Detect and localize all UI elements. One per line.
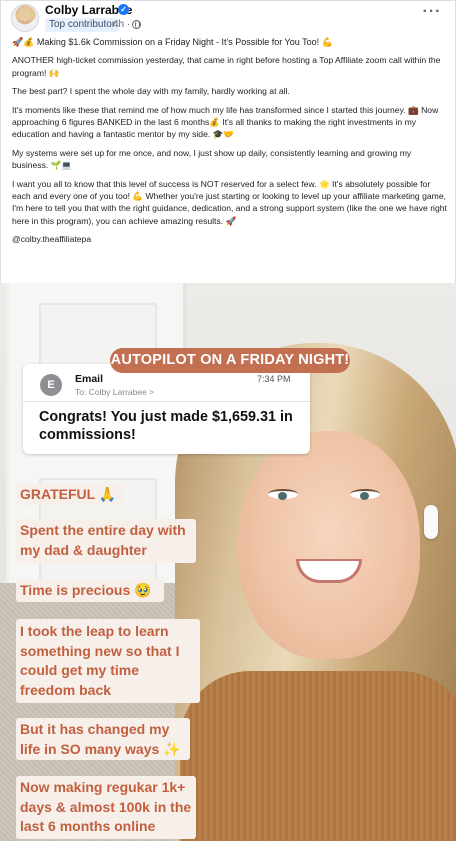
top-contributor-badge[interactable]: Top contributor xyxy=(45,18,120,32)
post-paragraph: The best part? I spent the whole day wit… xyxy=(12,86,290,97)
post-paragraph: ANOTHER high-ticket commission yesterday… xyxy=(12,55,441,78)
email-time: 7:34 PM xyxy=(257,374,291,384)
email-app-name: Email xyxy=(75,373,104,385)
photo-caption: Spent the entire day with my dad & daugh… xyxy=(16,519,196,563)
photo-caption: Time is precious 🥹 xyxy=(16,579,164,602)
author-avatar[interactable] xyxy=(11,4,39,32)
post-timestamp[interactable]: 4h · xyxy=(113,19,130,30)
author-handle[interactable]: @colby.theaffiliatepa xyxy=(12,233,448,245)
verified-icon: ✓ xyxy=(118,4,129,15)
photo-title-banner: AUTOPILOT ON A FRIDAY NIGHT! xyxy=(110,348,350,373)
divider xyxy=(23,401,310,402)
photo-caption: I took the leap to learn something new s… xyxy=(16,619,200,703)
photo-sweater xyxy=(180,671,456,841)
post-paragraph: It's moments like these that remind me o… xyxy=(12,104,439,140)
post-text: 🚀💰 Making $1.6k Commission on a Friday N… xyxy=(12,36,448,252)
email-avatar: E xyxy=(40,374,62,396)
photo-face xyxy=(238,431,420,659)
email-subject: Congrats! You just made $1,659.31 in com… xyxy=(39,409,293,443)
email-notification-card: E Email To: Colby Larrabee > 7:34 PM Con… xyxy=(23,364,310,454)
post-header: Colby Larrabee ✓ Top contributor 4h · ··… xyxy=(0,0,456,34)
photo-caption: But it has changed my life in SO many wa… xyxy=(16,718,190,760)
photo-caption: Now making regukar 1k+ days & almost 100… xyxy=(16,776,196,839)
post-paragraph: My systems were set up for me once, and … xyxy=(12,147,412,171)
more-options-button[interactable]: ··· xyxy=(420,3,444,26)
post-paragraph: 🚀💰 Making $1.6k Commission on a Friday N… xyxy=(12,37,333,47)
photo-caption: GRATEFUL 🙏 xyxy=(16,483,124,505)
more-icon: ··· xyxy=(422,3,442,20)
post-paragraph: I want you all to know that this level o… xyxy=(12,178,447,226)
email-recipient: To: Colby Larrabee > xyxy=(75,387,155,397)
globe-icon xyxy=(132,20,141,29)
earbud xyxy=(424,505,438,539)
